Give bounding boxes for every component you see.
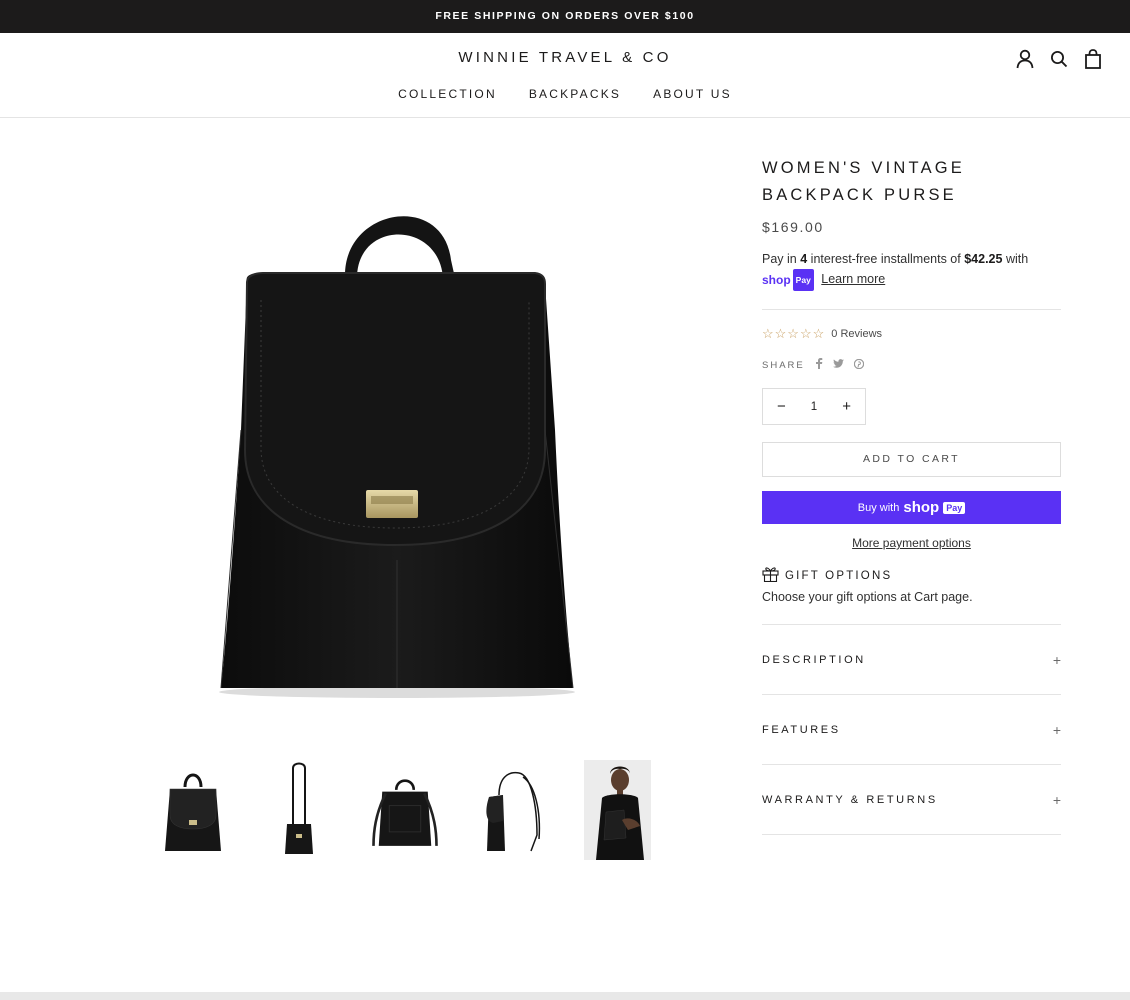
accordion-warranty-returns[interactable]: WARRANTY & RETURNS + — [762, 765, 1061, 835]
gift-icon — [762, 566, 779, 585]
installments-prefix: Pay in — [762, 252, 797, 266]
thumbnail-side[interactable] — [264, 760, 334, 860]
thumbnail-lifestyle[interactable] — [582, 760, 652, 860]
pinterest-icon[interactable] — [853, 358, 864, 372]
installments-middle: interest-free installments of — [810, 252, 961, 266]
quantity-value[interactable]: 1 — [811, 401, 817, 413]
installments-amount: $42.25 — [964, 252, 1003, 266]
thumbnail-back[interactable] — [370, 760, 440, 860]
nav-item-collection[interactable]: COLLECTION — [398, 87, 497, 101]
product-info: WOMEN'S VINTAGE BACKPACK PURSE $169.00 P… — [762, 155, 1061, 835]
search-icon[interactable] — [1050, 49, 1068, 69]
announcement-bar: FREE SHIPPING ON ORDERS OVER $100 — [0, 0, 1130, 33]
installments-message: Pay in 4 interest-free installments of $… — [762, 249, 1061, 291]
gift-options-title: GIFT OPTIONS — [785, 569, 893, 582]
divider — [762, 309, 1061, 310]
star-rating-icon: ☆☆☆☆☆ — [762, 326, 826, 341]
plus-icon: + — [1052, 651, 1061, 668]
product-title-line-1: WOMEN'S VINTAGE — [762, 159, 966, 177]
shop-pay-shop-word: shop — [762, 273, 791, 287]
twitter-icon[interactable] — [832, 358, 844, 372]
quantity-stepper: − 1 + — [762, 388, 866, 425]
thumbnail-angle[interactable] — [476, 760, 546, 860]
product-title: WOMEN'S VINTAGE BACKPACK PURSE — [762, 155, 1061, 209]
header-icons — [1016, 49, 1102, 69]
accordion-features[interactable]: FEATURES + — [762, 695, 1061, 765]
accordion-features-label: FEATURES — [762, 723, 841, 736]
buy-with-label: Buy with — [857, 501, 900, 514]
buy-with-shop-pay-button[interactable]: Buy with shop Pay — [762, 491, 1061, 524]
accordion-description[interactable]: DESCRIPTION + — [762, 625, 1061, 695]
product-main-image[interactable] — [195, 190, 595, 710]
shop-pay-button-pay-word: Pay — [943, 501, 966, 514]
installments-suffix: with — [1005, 252, 1029, 266]
site-header: WINNIE TRAVEL & CO COLLECTION BACKPACKS … — [0, 33, 1130, 118]
installments-count: 4 — [800, 252, 808, 266]
share-label: SHARE — [762, 359, 805, 371]
accordion-description-label: DESCRIPTION — [762, 653, 866, 666]
shop-pay-pay-word: Pay — [792, 269, 814, 291]
learn-more-link[interactable]: Learn more — [821, 272, 885, 286]
more-payment-options-link[interactable]: More payment options — [762, 536, 1061, 550]
product-title-line-2: BACKPACK PURSE — [762, 186, 957, 204]
reviews-count: 0 Reviews — [831, 328, 883, 340]
nav-item-backpacks[interactable]: BACKPACKS — [529, 87, 621, 101]
product-price: $169.00 — [762, 219, 824, 235]
cart-icon[interactable] — [1084, 49, 1102, 69]
share-row: SHARE — [762, 358, 1061, 372]
accordion-warranty-returns-label: WARRANTY & RETURNS — [762, 793, 938, 806]
site-logo[interactable]: WINNIE TRAVEL & CO — [0, 49, 1130, 66]
thumbnail-strip — [158, 760, 652, 860]
add-to-cart-button[interactable]: ADD TO CART — [762, 442, 1061, 477]
plus-icon: + — [1052, 721, 1061, 738]
page-bottom-edge — [0, 992, 1130, 1000]
gift-options-heading: GIFT OPTIONS — [762, 566, 1061, 585]
facebook-icon[interactable] — [815, 358, 823, 372]
gift-options-description: Choose your gift options at Cart page. — [762, 590, 973, 604]
plus-icon: + — [1052, 791, 1061, 808]
nav-item-about-us[interactable]: ABOUT US — [653, 87, 732, 101]
reviews-summary[interactable]: ☆☆☆☆☆ 0 Reviews — [762, 326, 1061, 342]
main-nav: COLLECTION BACKPACKS ABOUT US — [0, 87, 1130, 101]
quantity-decrease-button[interactable]: − — [777, 398, 786, 415]
shop-pay-button-shop-word: shop — [903, 499, 940, 516]
thumbnail-front[interactable] — [158, 760, 228, 860]
shop-pay-logo: shop Pay — [762, 269, 814, 291]
quantity-increase-button[interactable]: + — [842, 398, 851, 415]
account-icon[interactable] — [1016, 49, 1034, 69]
